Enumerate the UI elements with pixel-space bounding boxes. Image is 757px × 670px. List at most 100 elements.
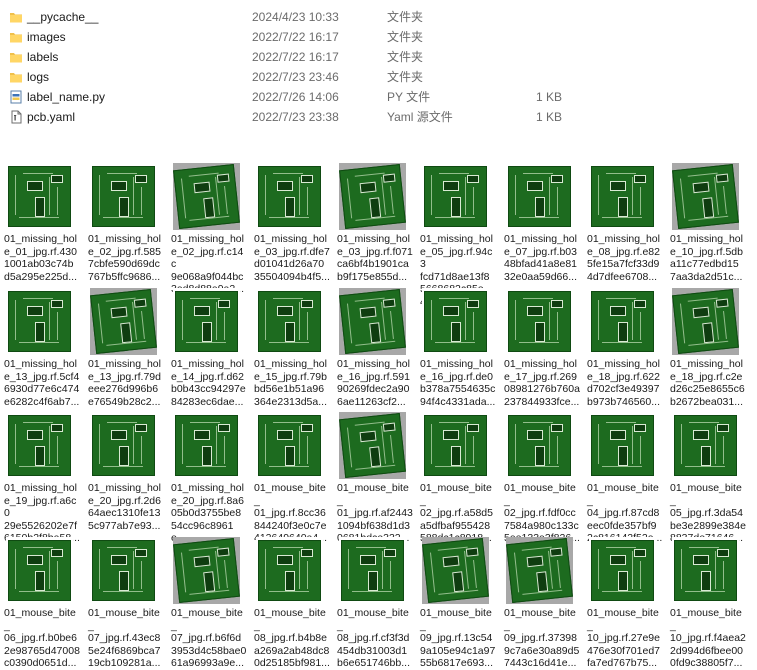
pcb-chip-graphic [526,555,544,568]
pcb-chip-graphic [692,181,710,194]
filename-line: e_15_jpg.rf.79b [254,370,327,383]
pcb-trace-graphic [265,300,266,340]
pcb-chip-graphic [369,446,382,468]
pcb-trace-graphic [606,298,636,299]
pcb-image-thumbnail [672,537,739,604]
filename-line: 2d994d6fbee00 [670,644,743,657]
image-thumbnail-tile[interactable]: 01_missing_hol e_16_jpg.rf.de0 b378a755463… [416,288,499,412]
pcb-chip-graphic [277,181,293,191]
filename-line: 4d7dfee6708... [587,270,658,283]
pcb-image-thumbnail [6,412,73,479]
image-thumbnail-tile[interactable]: 01_mouse_bite_ 07_jpg.rf.b6f6d 3953d4c58ba… [167,537,250,669]
image-thumbnail-tile[interactable]: 01_missing_hol e_02_jpg.rf.c14c 9e068a9f04… [167,163,250,295]
pcb-trace-graphic [299,551,300,589]
filename-line: 01_missing_hol [587,233,660,245]
pcb-trace-graphic [598,300,599,340]
image-thumbnail-tile[interactable]: 01_mouse_bite_ 04_jpg.rf.87cd8 eec0fde357b… [583,412,666,544]
pcb-trace-graphic [473,312,474,340]
pcb-image-thumbnail [256,412,323,479]
image-thumbnail-tile[interactable]: 01_missing_hol e_17_jpg.rf.269 08981276b76… [500,288,583,412]
thumbnail-filename: 01_missing_hol e_20_jpg.rf.8a6 05b0d3755be… [171,482,247,545]
image-thumbnail-tile[interactable]: 01_missing_hol e_02_jpg.rf.585 7cbfe590d69… [84,163,167,287]
pcb-chip-graphic [285,446,295,466]
pcb-image-thumbnail [672,163,739,230]
pcb-trace-graphic [99,175,100,215]
image-thumbnail-tile[interactable]: 01_mouse_bite_ 01_jpg.rf.af2443 1094bf638d… [333,412,416,544]
filename-line: 32e0aa59d66... [504,270,577,283]
pcb-chip-graphic [382,298,396,308]
filename-line: 04_jpg.rf.87cd8 [587,507,660,519]
image-thumbnail-tile[interactable]: 01_missing_hol e_20_jpg.rf.8a6 05b0d3755be… [167,412,250,544]
image-thumbnail-tile[interactable]: 01_missing_hol e_10_jpg.rf.5db a11c77edbd1… [666,163,749,287]
filename-line: 01_missing_hol [4,482,77,494]
image-thumbnail-tile[interactable]: 01_mouse_bite_ 09_jpg.rf.13c54 9a105e94c1a… [416,537,499,669]
pcb-board-graphic [591,540,654,601]
pcb-trace-graphic [346,427,353,468]
filename-line: 01_missing_hol [171,482,244,494]
pcb-trace-graphic [519,217,559,218]
image-thumbnail-tile[interactable]: 01_missing_hol e_07_jpg.rf.b03 48bfad41a8e… [500,163,583,287]
image-thumbnail-tile[interactable]: 01_mouse_bite_ 02_jpg.rf.fdf0cc 7584a980c1… [500,412,583,544]
filename-line: 06_jpg.rf.b0be6 [4,632,77,644]
pcb-trace-graphic [431,300,432,340]
filename-line: b6e651746bb... [337,657,410,669]
filename-line: eec0fde357bf9 [587,519,657,532]
pcb-trace-graphic [224,186,228,214]
image-thumbnail-tile[interactable]: 01_missing_hol e_14_jpg.rf.d62 b0b43cc9429… [167,288,250,412]
pcb-trace-graphic [513,552,520,593]
pcb-chip-graphic [549,547,563,557]
image-thumbnail-tile[interactable]: 01_missing_hol e_18_jpg.rf.c2e d26c25e8655… [666,288,749,412]
image-thumbnail-tile[interactable]: 01_mouse_bite_ 10_jpg.rf.f4aea2 2d994d6fbe… [666,537,749,669]
pcb-trace-graphic [180,178,187,219]
pcb-chip-graphic [382,422,396,432]
image-thumbnail-tile[interactable]: 01_missing_hol e_15_jpg.rf.79b bd56e1b51a9… [250,288,333,412]
image-thumbnail-tile[interactable]: 01_mouse_bite_ 01_jpg.rf.8cc36 844240f3e0c… [250,412,333,544]
pcb-chip-graphic [467,424,479,432]
pcb-trace-graphic [679,178,686,219]
pcb-chip-graphic [634,424,646,432]
filename-line: e_13_jpg.rf.5cf4 [4,370,80,383]
pcb-trace-graphic [224,560,228,588]
image-thumbnail-tile[interactable]: 01_mouse_bite_ 05_jpg.rf.3da54 be3e2899e38… [666,412,749,544]
filename-line: 9a105e94c1a97 [420,644,496,657]
filename-line: 01_missing_hol [337,233,410,245]
thumbnail-filename: 01_missing_hol e_17_jpg.rf.269 08981276b76… [504,358,580,408]
pcb-trace-graphic [224,312,225,340]
pcb-chip-graphic [203,197,216,219]
pcb-chip-graphic [467,300,479,308]
image-thumbnail-tile[interactable]: 01_mouse_bite_ 08_jpg.rf.cf3f3d 454db31003… [333,537,416,669]
image-thumbnail-tile[interactable]: 01_mouse_bite_ 09_jpg.rf.37398 9c7a6e30a89… [500,537,583,669]
filename-line: 364e2313d5a... [254,395,327,408]
image-thumbnail-tile[interactable]: 01_missing_hol e_05_jpg.rf.94c3 fcd71d8ae1… [416,163,499,308]
image-thumbnail-tile[interactable]: 01_missing_hol e_18_jpg.rf.622 d702cf3e493… [583,288,666,412]
pcb-chip-graphic [359,181,377,194]
image-thumbnail-tile[interactable]: 01_missing_hol e_19_jpg.rf.a6c0 29e5526202… [0,412,83,544]
image-thumbnail-tile[interactable]: 01_mouse_bite_ 02_jpg.rf.a58d5 a5dfbaf9554… [416,412,499,544]
image-thumbnail-tile[interactable]: 01_missing_hol e_01_jpg.rf.430 1001ab03c74… [0,163,83,287]
image-thumbnail-tile[interactable]: 01_missing_hol e_20_jpg.rf.2d6 64aec1310fe… [84,412,167,536]
pcb-trace-graphic [435,342,475,343]
pcb-trace-graphic [602,466,642,467]
image-thumbnail-tile[interactable]: 01_mouse_bite_ 10_jpg.rf.27e9e 476e30f701e… [583,537,666,669]
filename-line: ca6bf4b1901ca [337,258,409,270]
thumbnail-filename: 01_mouse_bite_ 02_jpg.rf.a58d5 a5dfbaf9554… [420,482,496,545]
filename-line: e_07_jpg.rf.b03 [504,245,577,258]
image-thumbnail-tile[interactable]: 01_mouse_bite_ 08_jpg.rf.b4b8e a269a2ab48d… [250,537,333,669]
pcb-chip-graphic [216,547,230,557]
image-thumbnail-tile[interactable]: 01_missing_hol e_03_jpg.rf.dfe7 d01041d26a… [250,163,333,287]
image-thumbnail-tile[interactable]: 01_missing_hol e_03_jpg.rf.f071 ca6bf4b190… [333,163,416,287]
image-thumbnail-tile[interactable]: 01_mouse_bite_ 06_jpg.rf.b0be6 2e98765d470… [0,537,83,669]
pcb-chip-graphic [702,322,715,344]
image-thumbnail-tile[interactable]: 01_missing_hol e_13_jpg.rf.79d eee276d996b… [84,288,167,412]
image-thumbnail-tile[interactable]: 01_missing_hol e_16_jpg.rf.591 90269fdec2a… [333,288,416,412]
pcb-board-graphic [258,291,321,352]
filename-line: 01_missing_hol [88,482,161,494]
image-thumbnail-tile[interactable]: 01_mouse_bite_ 07_jpg.rf.43ec8 5e24f6869bc… [84,537,167,669]
image-thumbnail-tile[interactable]: 01_missing_hol e_13_jpg.rf.5cf4 6930d77e6c… [0,288,83,412]
pcb-chip-graphic [634,300,646,308]
pcb-trace-graphic [57,312,58,340]
filename-line: 5fe15a7fcf33d9 [587,258,660,270]
image-thumbnail-tile[interactable]: 01_missing_hol e_08_jpg.rf.e82 5fe15a7fcf3… [583,163,666,287]
pcb-trace-graphic [473,436,474,464]
pcb-trace-graphic [473,187,474,215]
